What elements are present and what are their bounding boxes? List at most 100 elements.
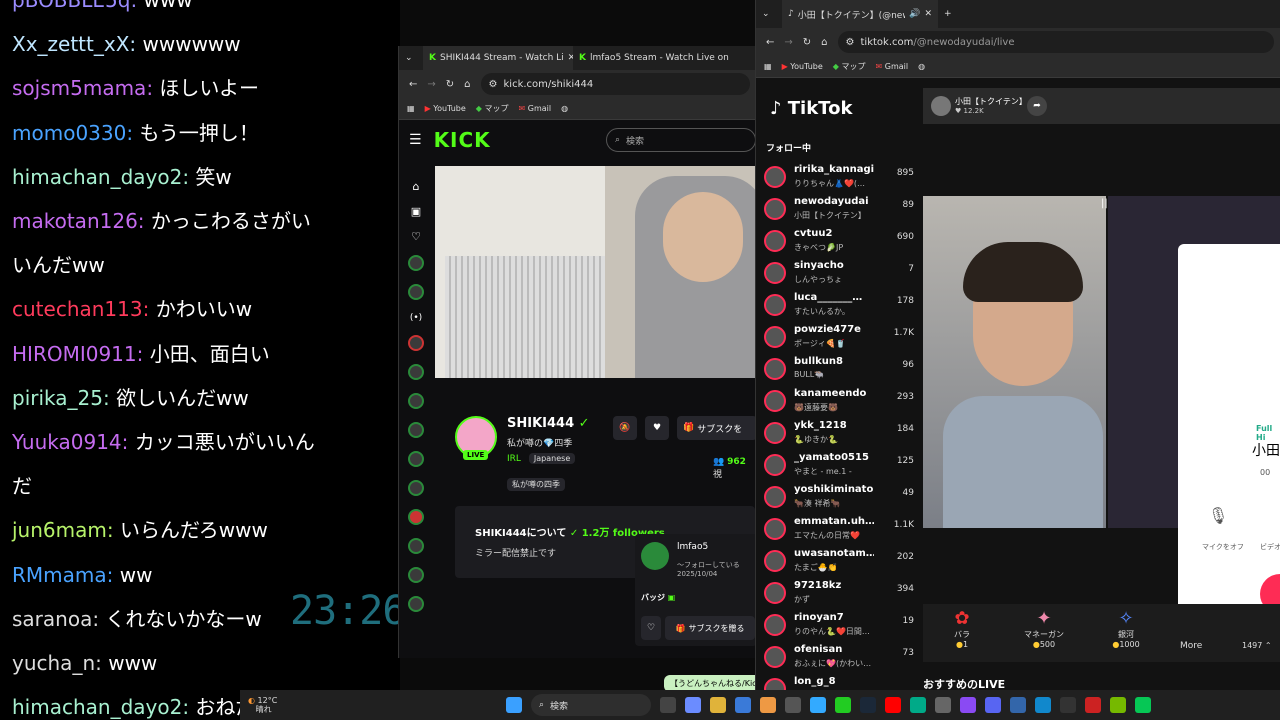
apps-icon[interactable]: ▦ bbox=[764, 62, 772, 71]
following-item[interactable]: cvtuu2 きゃべつ🥬JP 690 bbox=[764, 226, 914, 258]
apps-icon[interactable]: ▦ bbox=[407, 104, 415, 113]
following-item[interactable]: emmatan.uh… エマたんの日常❤️ 1.1K bbox=[764, 514, 914, 546]
sidebar-channel[interactable] bbox=[408, 538, 424, 554]
mic-icon[interactable]: 🎙 bbox=[1208, 506, 1228, 525]
speaker-icon[interactable]: 🔊 bbox=[909, 9, 920, 19]
bookmark-gmail[interactable]: ✉ Gmail bbox=[876, 62, 909, 71]
bookmark-youtube[interactable]: ▶ YouTube bbox=[782, 62, 823, 71]
kick-video-player[interactable] bbox=[435, 166, 757, 378]
following-item[interactable]: ykk_1218 🐍ゆきか🐍 184 bbox=[764, 418, 914, 450]
following-item[interactable]: ofenisan おふぇに💖(かわい… 73 bbox=[764, 642, 914, 674]
sidebar-channel[interactable] bbox=[408, 422, 424, 438]
following-item[interactable]: ririka_kannagi りりちゃん👗❤️(… 895 bbox=[764, 162, 914, 194]
kick-search-input[interactable]: ⌕ 検索 bbox=[606, 128, 756, 152]
app-icon[interactable] bbox=[810, 697, 826, 713]
app-icon[interactable] bbox=[1010, 697, 1026, 713]
line-icon[interactable] bbox=[835, 697, 851, 713]
following-item[interactable]: uwasanotam… たまご🐣👏 202 bbox=[764, 546, 914, 578]
sidebar-channel[interactable] bbox=[408, 567, 424, 583]
sidebar-channel[interactable] bbox=[408, 509, 424, 525]
bookmark-maps[interactable]: ◆ マップ bbox=[476, 103, 509, 114]
host-name[interactable]: 小田【トクイテン】 bbox=[955, 96, 1027, 107]
home-icon[interactable]: ⌂ bbox=[821, 37, 827, 48]
tag-stream[interactable]: 私が噂の四季 bbox=[507, 478, 565, 491]
file-explorer-icon[interactable] bbox=[710, 697, 726, 713]
home-icon[interactable]: ⌂ bbox=[399, 180, 433, 193]
bookmark-youtube[interactable]: ▶ YouTube bbox=[425, 104, 466, 113]
following-item[interactable]: 97218kz かず 394 bbox=[764, 578, 914, 610]
popup-username[interactable]: lmfao5 bbox=[677, 542, 708, 552]
browse-icon[interactable]: ▣ bbox=[399, 205, 433, 218]
new-tab-button[interactable]: + bbox=[938, 2, 958, 26]
close-icon[interactable]: ✕ bbox=[924, 9, 932, 19]
bookmark-gmail[interactable]: ✉ Gmail bbox=[519, 104, 552, 113]
following-item[interactable]: powzie477e ポージィ🍕🥤 1.7K bbox=[764, 322, 914, 354]
tab-shiki444[interactable]: K SHIKI444 Stream - Watch Li ✕ bbox=[423, 46, 573, 70]
host-avatar[interactable] bbox=[931, 96, 951, 116]
following-item[interactable]: newodayudai 小田【トクイテン】 89 bbox=[764, 194, 914, 226]
reload-icon[interactable]: ↻ bbox=[803, 37, 811, 48]
copilot-icon[interactable] bbox=[685, 697, 701, 713]
popup-gift-sub-button[interactable]: 🎁 サブスクを贈る bbox=[665, 616, 755, 640]
bookmark-maps[interactable]: ◆ マップ bbox=[833, 61, 866, 72]
more-gifts-button[interactable]: More bbox=[1180, 641, 1202, 651]
category-link[interactable]: IRL bbox=[507, 454, 521, 464]
share-icon[interactable]: ➦ bbox=[1027, 96, 1047, 116]
tiktok-logo[interactable]: ♪ TikTok bbox=[770, 98, 852, 119]
following-item[interactable]: _yamato0515 やまと - me.1 - 125 bbox=[764, 450, 914, 482]
notify-bell-icon[interactable]: 🔕 bbox=[613, 416, 637, 440]
app-icon[interactable] bbox=[1085, 697, 1101, 713]
sidebar-channel[interactable] bbox=[408, 596, 424, 612]
following-item[interactable]: rinoyan7 りのやん🐍❤️日間… 19 bbox=[764, 610, 914, 642]
globe-icon[interactable]: ◍ bbox=[561, 104, 568, 113]
coin-balance[interactable]: 1497 ⌃ bbox=[1242, 641, 1272, 650]
gift-money-gun[interactable]: ✦ マネーガン ●500 bbox=[1014, 608, 1074, 649]
site-info-icon[interactable]: ⚙ bbox=[489, 79, 498, 90]
tab-list-button[interactable]: ⌄ bbox=[399, 46, 423, 70]
mail-icon[interactable] bbox=[735, 697, 751, 713]
site-info-icon[interactable]: ⚙ bbox=[846, 37, 855, 48]
back-icon[interactable]: ← bbox=[409, 79, 417, 90]
following-heart-icon[interactable]: ♡ bbox=[399, 230, 433, 243]
url-field[interactable]: ⚙ tiktok.com/@newodayudai/live bbox=[837, 31, 1274, 53]
home-icon[interactable]: ⌂ bbox=[464, 79, 470, 90]
following-item[interactable]: kanameendo 🐻遠藤要🐻 293 bbox=[764, 386, 914, 418]
following-item[interactable]: sinyacho しんやっちょ 7 bbox=[764, 258, 914, 290]
tab-list-button[interactable]: ⌄ bbox=[756, 2, 782, 26]
sidebar-channel[interactable] bbox=[408, 335, 424, 351]
gift-galaxy[interactable]: ✧ 銀河 ●1000 bbox=[1096, 608, 1156, 649]
tab-lmfao5[interactable]: K lmfao5 Stream - Watch Live on bbox=[573, 46, 733, 70]
subscribe-button[interactable]: 🎁 サブスクを bbox=[677, 416, 757, 440]
app-icon[interactable] bbox=[935, 697, 951, 713]
sidebar-channel[interactable] bbox=[408, 255, 424, 271]
following-item[interactable]: bullkun8 BULL🐃 96 bbox=[764, 354, 914, 386]
steam-icon[interactable] bbox=[860, 697, 876, 713]
youtube-icon[interactable] bbox=[885, 697, 901, 713]
streamer-name[interactable]: SHIKI444 ✓ bbox=[507, 416, 590, 431]
task-view-icon[interactable] bbox=[660, 697, 676, 713]
chrome-icon[interactable] bbox=[760, 697, 776, 713]
sidebar-channel[interactable] bbox=[408, 451, 424, 467]
sidebar-channel[interactable] bbox=[408, 393, 424, 409]
following-item[interactable]: yoshikiminato 🐂湊 祥希🐂 49 bbox=[764, 482, 914, 514]
kick-logo[interactable]: KICK bbox=[434, 128, 491, 152]
twitch-icon[interactable] bbox=[960, 697, 976, 713]
weather-widget[interactable]: ◐ 12°C 晴れ bbox=[248, 696, 308, 714]
back-icon[interactable]: ← bbox=[766, 37, 774, 48]
calculator-icon[interactable] bbox=[785, 697, 801, 713]
tab-tiktok-live[interactable]: ♪ 小田【トクイテン】(@newoday 🔊 ✕ bbox=[782, 0, 938, 28]
follow-heart-icon[interactable]: ♥ bbox=[645, 416, 669, 440]
line-icon[interactable] bbox=[1135, 697, 1151, 713]
gift-rose[interactable]: ✿ バラ ●1 bbox=[932, 608, 992, 649]
sidebar-channel[interactable] bbox=[408, 480, 424, 496]
forward-icon[interactable]: → bbox=[784, 37, 792, 48]
forward-icon[interactable]: → bbox=[427, 79, 435, 90]
sidebar-channel[interactable] bbox=[408, 284, 424, 300]
obs-icon[interactable] bbox=[1060, 697, 1076, 713]
nvidia-icon[interactable] bbox=[1110, 697, 1126, 713]
sidebar-channel[interactable] bbox=[408, 364, 424, 380]
start-icon[interactable] bbox=[506, 697, 522, 713]
globe-icon[interactable]: ◍ bbox=[918, 62, 925, 71]
edge-icon[interactable] bbox=[910, 697, 926, 713]
live-video-host[interactable] bbox=[923, 196, 1106, 528]
